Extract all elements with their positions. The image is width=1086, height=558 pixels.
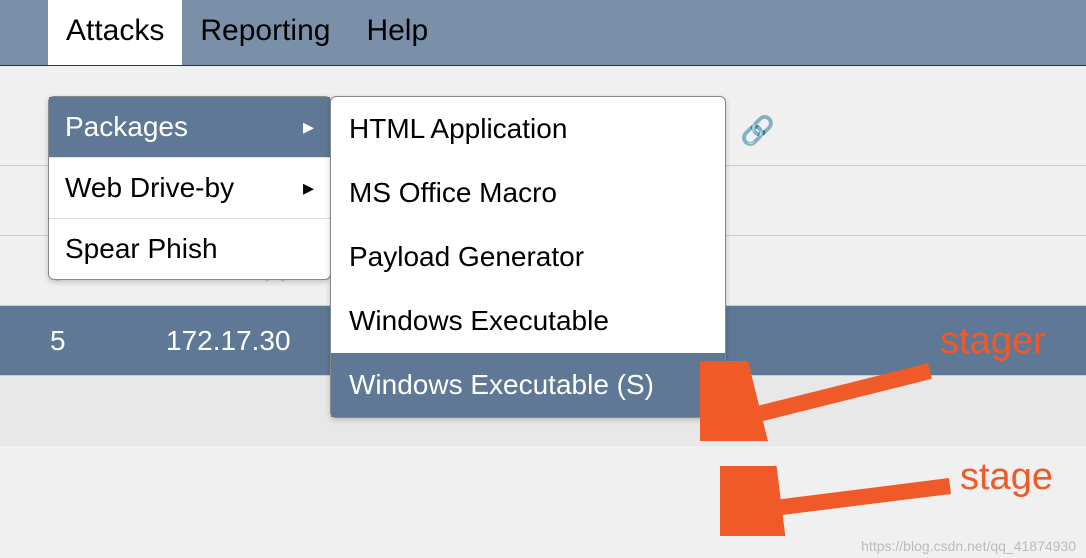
menu-item-label: Web Drive-by	[65, 172, 234, 204]
menubar-item-help[interactable]: Help	[348, 0, 446, 65]
toolbar-link-icon[interactable]: 🔗	[740, 114, 775, 147]
menubar: Attacks Reporting Help	[0, 0, 1086, 66]
annotation-arrow-stager	[700, 361, 940, 448]
annotation-label-stager: stager	[940, 320, 1046, 363]
annotation-label-stage: stage	[960, 456, 1053, 499]
submenu-item-payload-generator[interactable]: Payload Generator	[331, 225, 725, 289]
dropdown-packages: HTML Application MS Office Macro Payload…	[330, 96, 726, 418]
menu-item-label: Spear Phish	[65, 233, 218, 265]
watermark: https://blog.csdn.net/qq_41874930	[861, 538, 1076, 554]
menu-item-spear-phish[interactable]: Spear Phish	[49, 219, 330, 279]
menubar-item-reporting[interactable]: Reporting	[182, 0, 348, 65]
submenu-item-windows-executable[interactable]: Windows Executable	[331, 289, 725, 353]
submenu-item-html-application[interactable]: HTML Application	[331, 97, 725, 161]
annotation-arrow-stage	[720, 466, 960, 543]
menu-item-web-drive-by[interactable]: Web Drive-by ▸	[49, 158, 330, 219]
menubar-item-attacks[interactable]: Attacks	[48, 0, 182, 65]
table-cell: 5	[50, 325, 166, 357]
menu-item-label: Packages	[65, 111, 188, 143]
submenu-arrow-icon: ▸	[303, 114, 314, 140]
submenu-arrow-icon: ▸	[303, 175, 314, 201]
content-area: listener 5 172.17.30 proxy 5 172.17.30 t…	[0, 66, 1086, 558]
menu-item-packages[interactable]: Packages ▸	[49, 97, 330, 158]
submenu-item-windows-executable-s[interactable]: Windows Executable (S)	[331, 353, 725, 417]
submenu-item-ms-office-macro[interactable]: MS Office Macro	[331, 161, 725, 225]
dropdown-attacks: Packages ▸ Web Drive-by ▸ Spear Phish	[48, 96, 331, 280]
